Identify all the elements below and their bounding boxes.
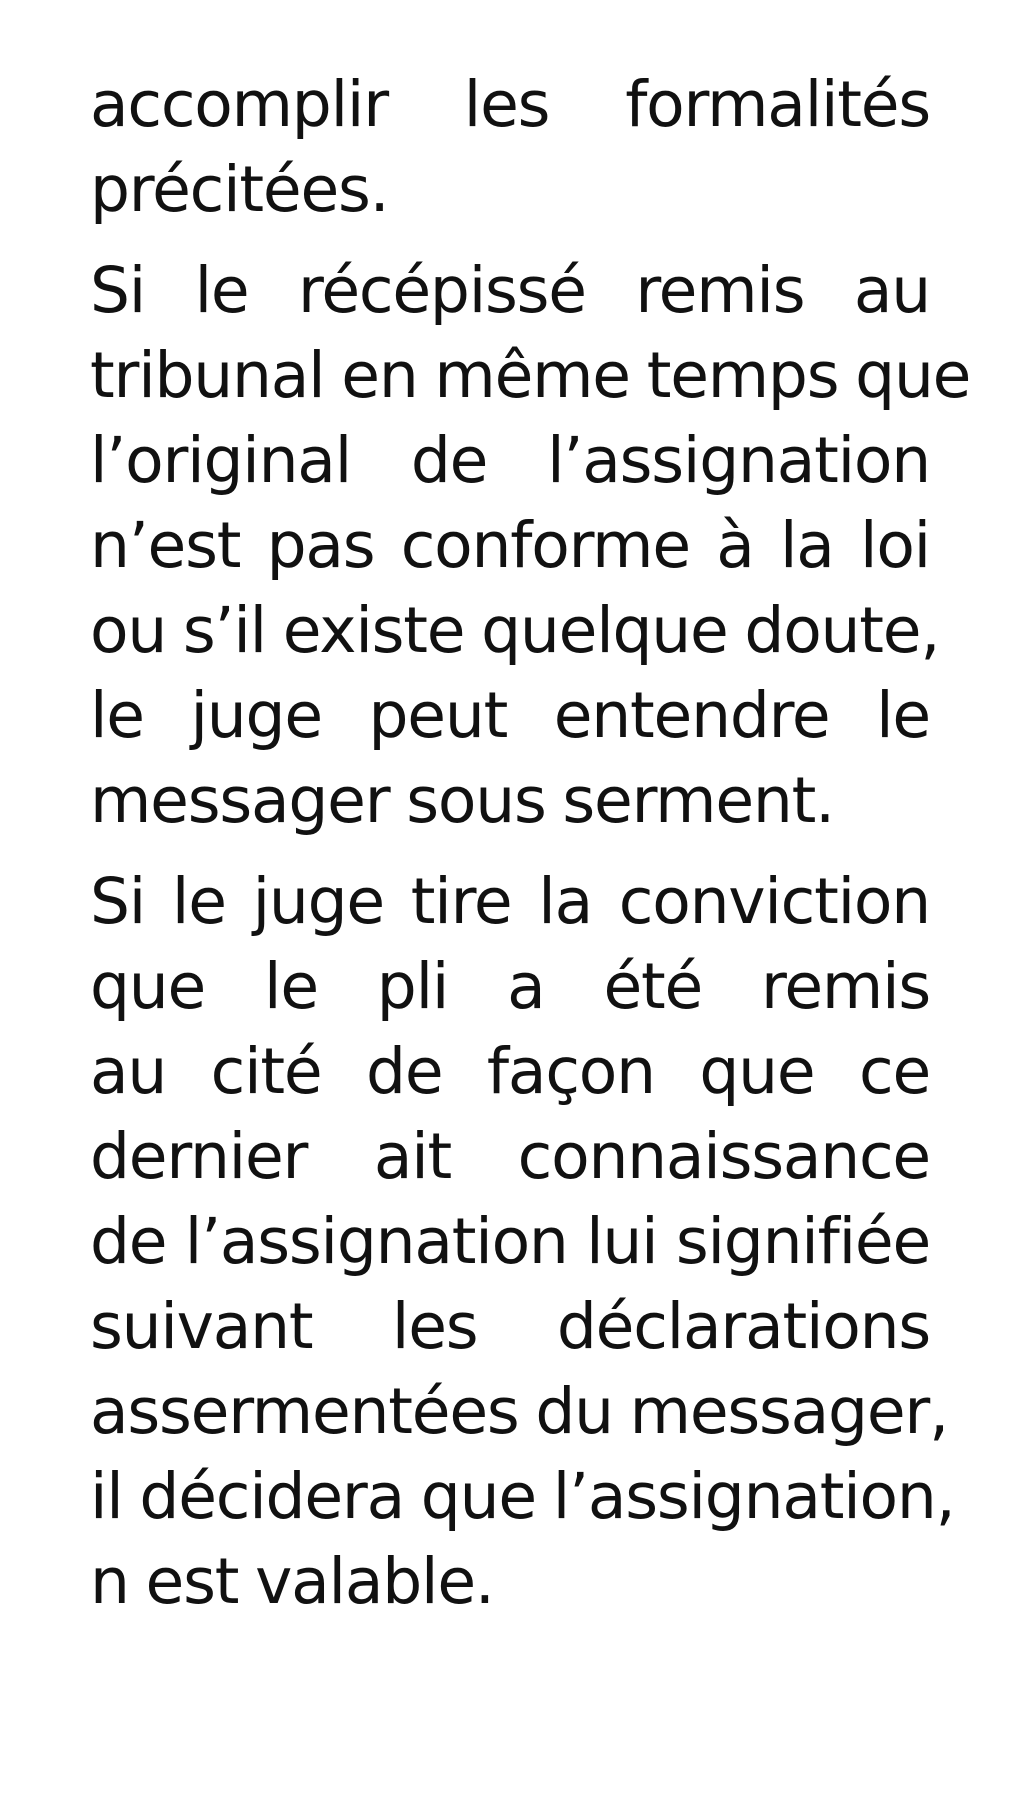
text-line: suivant les déclarations bbox=[90, 1290, 931, 1363]
document-page: accomplir les formalités précitées. Si l… bbox=[90, 62, 971, 1640]
text-line: de l’assignation lui signifiée bbox=[90, 1205, 931, 1278]
text-line: il décidera que l’assignation, bbox=[90, 1460, 956, 1533]
text-line: précitées. bbox=[90, 153, 390, 226]
text-line: tribunal en même temps que bbox=[90, 339, 971, 412]
text-line: que le pli a été remis bbox=[90, 950, 931, 1023]
text-line: messager sous serment. bbox=[90, 764, 835, 837]
text-line: Si le récépissé remis au bbox=[90, 254, 931, 327]
text-line: n est valable. bbox=[90, 1545, 495, 1618]
text-line: le juge peut entendre le bbox=[90, 679, 931, 752]
text-line: n’est pas conforme à la loi bbox=[90, 509, 931, 582]
paragraph-2: Si le récépissé remis au tribunal en mêm… bbox=[90, 248, 971, 843]
paragraph-3: Si le juge tire la conviction que le pli… bbox=[90, 859, 956, 1624]
text-line: dernier ait connaissance bbox=[90, 1120, 931, 1193]
text-line: au cité de façon que ce bbox=[90, 1035, 931, 1108]
text-line: l’original de l’assignation bbox=[90, 424, 931, 497]
text-line: ou s’il existe quelque doute, bbox=[90, 594, 940, 667]
text-line: Si le juge tire la conviction bbox=[90, 865, 931, 938]
text-line: accomplir les formalités bbox=[90, 68, 931, 141]
paragraph-1: accomplir les formalités précitées. bbox=[90, 62, 931, 232]
text-line: assermentées du messager, bbox=[90, 1375, 949, 1448]
